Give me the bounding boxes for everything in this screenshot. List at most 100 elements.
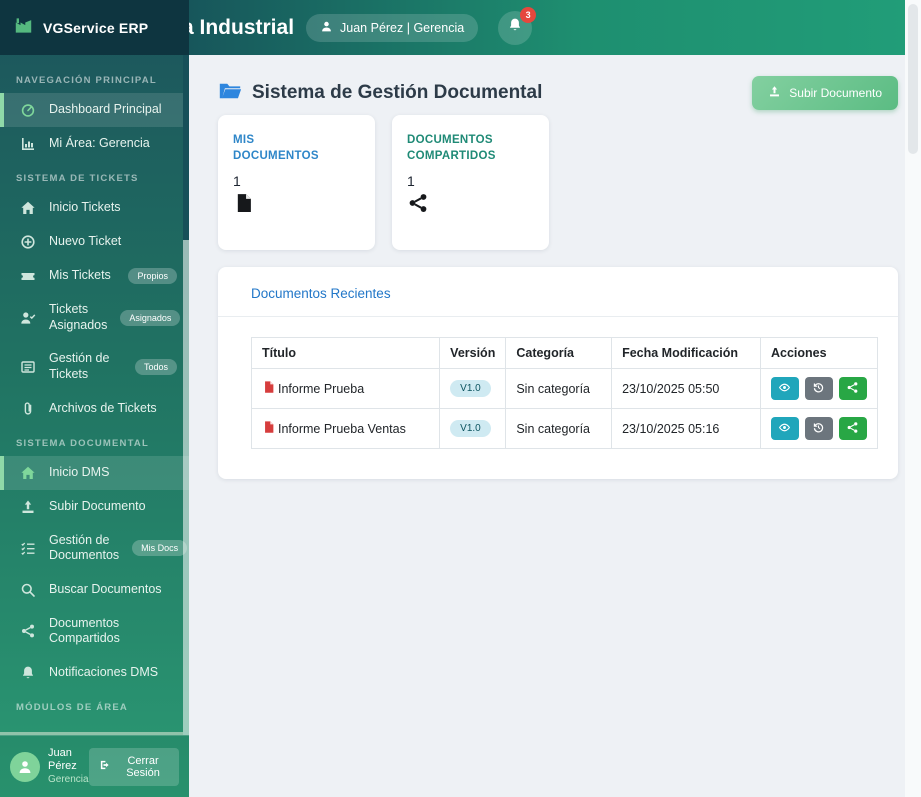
table-row: Informe Prueba V1.0 Sin categoría 23/10/… [250,368,879,409]
document-title[interactable]: Informe Prueba Ventas [278,422,406,436]
documents-table: Título Versión Categoría Fecha Modificac… [250,337,879,449]
badge-todos: Todos [134,358,177,375]
brand-name: VGService ERP [43,19,149,36]
user-role: Gerencia [48,774,89,785]
section-label-navegacion: NAVEGACIÓN PRINCIPAL [16,75,157,86]
column-header-titulo: Título [250,337,441,369]
sidebar-scrollbar-track[interactable] [183,55,189,735]
pdf-file-icon [262,420,276,437]
view-document-button[interactable] [770,377,799,400]
sidebar-item-tickets-asignados[interactable]: Tickets Asignados Asignados [0,293,189,342]
content-area: Sistema de Gestión Documental Subir Docu… [189,55,905,797]
sidebar-item-archivos-tickets[interactable]: Archivos de Tickets [0,392,189,426]
view-document-button[interactable] [770,417,799,440]
logout-button[interactable]: Cerrar Sesión [89,747,179,786]
stat-cards-row: MIS DOCUMENTOS 1 DOCUMENTOS COMPARTIDOS … [218,115,898,250]
sidebar-item-label: Nuevo Ticket [49,234,122,249]
document-title[interactable]: Informe Prueba [278,382,364,396]
badge-asignados: Asignados [120,309,181,326]
app-root: VGService ERP NAVEGACIÓN PRINCIPAL Dashb… [0,0,921,797]
main-column: a Industrial Juan Pérez | Gerencia 3 Sis… [189,0,905,797]
home-icon [20,200,36,216]
search-icon [20,582,36,598]
chart-icon [20,136,36,152]
sidebar-item-dashboard-principal[interactable]: Dashboard Principal [0,93,189,127]
upload-button-label: Subir Documento [789,86,882,100]
sidebar-item-gestion-documentos[interactable]: Gestión de Documentos Mis Docs [0,524,189,573]
section-label-modulos: MÓDULOS DE ÁREA [16,702,128,713]
home-icon [20,465,36,481]
plus-circle-icon [20,234,36,250]
section-label-documental: SISTEMA DOCUMENTAL [16,437,149,449]
paperclip-icon [20,401,36,417]
notifications-button[interactable]: 3 [498,6,537,45]
sidebar-item-inicio-tickets[interactable]: Inicio Tickets [0,191,189,225]
version-badge: V1.0 [450,420,491,437]
sidebar-item-subir-documento[interactable]: Subir Documento [0,490,189,524]
pdf-file-icon [262,380,276,397]
recent-documents-header: Documentos Recientes [218,267,898,317]
stat-card-documentos-compartidos[interactable]: DOCUMENTOS COMPARTIDOS 1 [392,115,549,250]
column-header-version: Versión [439,337,507,369]
recent-documents-card: Documentos Recientes Título Versión Cate… [218,267,898,479]
topbar-user-chip[interactable]: Juan Pérez | Gerencia [306,13,479,42]
file-icon [233,192,360,219]
history-button[interactable] [804,417,833,440]
share-icon [407,192,534,219]
sidebar-item-nuevo-ticket[interactable]: Nuevo Ticket [0,225,189,259]
stat-card-value: 1 [233,173,241,190]
user-info: Juan Pérez Gerencia [48,747,89,787]
upload-document-button[interactable]: Subir Documento [752,76,898,110]
column-header-categoria: Categoría [505,337,613,369]
sidebar-item-notificaciones-dms[interactable]: Notificaciones DMS [0,656,189,690]
sidebar-item-label: Documentos Compartidos [49,615,120,646]
page-scrollbar-track[interactable] [905,0,921,797]
history-button[interactable] [804,377,833,400]
table-row: Informe Prueba Ventas V1.0 Sin categoría… [250,408,879,449]
share-document-button[interactable] [838,417,867,440]
upload-icon [20,499,36,515]
sidebar-scrollbar-thumb[interactable] [183,55,189,240]
sidebar-item-label: Mi Área: Gerencia [49,136,150,151]
share-document-button[interactable] [838,377,867,400]
bell-icon [20,665,36,681]
sidebar-item-label: Buscar Documentos [49,581,162,596]
sidebar-user-footer: Juan Pérez Gerencia Cerrar Sesión [0,735,189,797]
person-icon [320,20,333,36]
factory-icon [14,16,33,40]
version-badge: V1.0 [450,380,491,397]
sidebar-item-label: Tickets Asignados [49,302,108,332]
folder-open-icon [218,79,242,108]
sidebar-item-mis-tickets[interactable]: Mis Tickets Propios [0,259,189,293]
page-scrollbar-thumb[interactable] [908,4,918,154]
bell-icon [507,17,523,38]
column-header-acciones: Acciones [759,337,879,369]
logout-icon [99,759,111,774]
topbar-title: a Industrial [189,15,295,39]
sidebar-item-gestion-tickets[interactable]: Gestión de Tickets Todos [0,342,189,391]
sidebar-item-buscar-documentos[interactable]: Buscar Documentos [0,573,189,607]
table-header-row: Título Versión Categoría Fecha Modificac… [250,337,879,369]
user-name: Juan Pérez [48,746,77,773]
sidebar-item-documentos-compartidos[interactable]: Documentos Compartidos [0,607,189,656]
checklist-icon [20,540,36,556]
notification-count-badge: 3 [520,6,537,23]
sidebar-item-mi-area[interactable]: Mi Área: Gerencia [0,127,189,161]
share-icon [20,623,36,639]
share-icon [846,421,859,437]
upload-icon [768,85,781,101]
brand-logo-block[interactable]: VGService ERP [0,0,189,55]
sidebar-item-label: Archivos de Tickets [49,400,157,415]
sidebar-item-inicio-dms[interactable]: Inicio DMS [0,455,189,490]
sidebar-item-label: Subir Documento [49,498,146,513]
sidebar: VGService ERP NAVEGACIÓN PRINCIPAL Dashb… [0,0,189,797]
share-icon [846,381,859,397]
logout-label: Cerrar Sesión [126,754,160,779]
stat-card-title: MIS DOCUMENTOS [233,134,319,163]
badge-mis-docs: Mis Docs [132,540,188,557]
document-modified: 23/10/2025 05:16 [611,408,761,449]
page-title: Sistema de Gestión Documental [252,82,543,103]
stat-card-value: 1 [407,173,415,190]
eye-icon [778,381,791,397]
stat-card-mis-documentos[interactable]: MIS DOCUMENTOS 1 [218,115,375,250]
